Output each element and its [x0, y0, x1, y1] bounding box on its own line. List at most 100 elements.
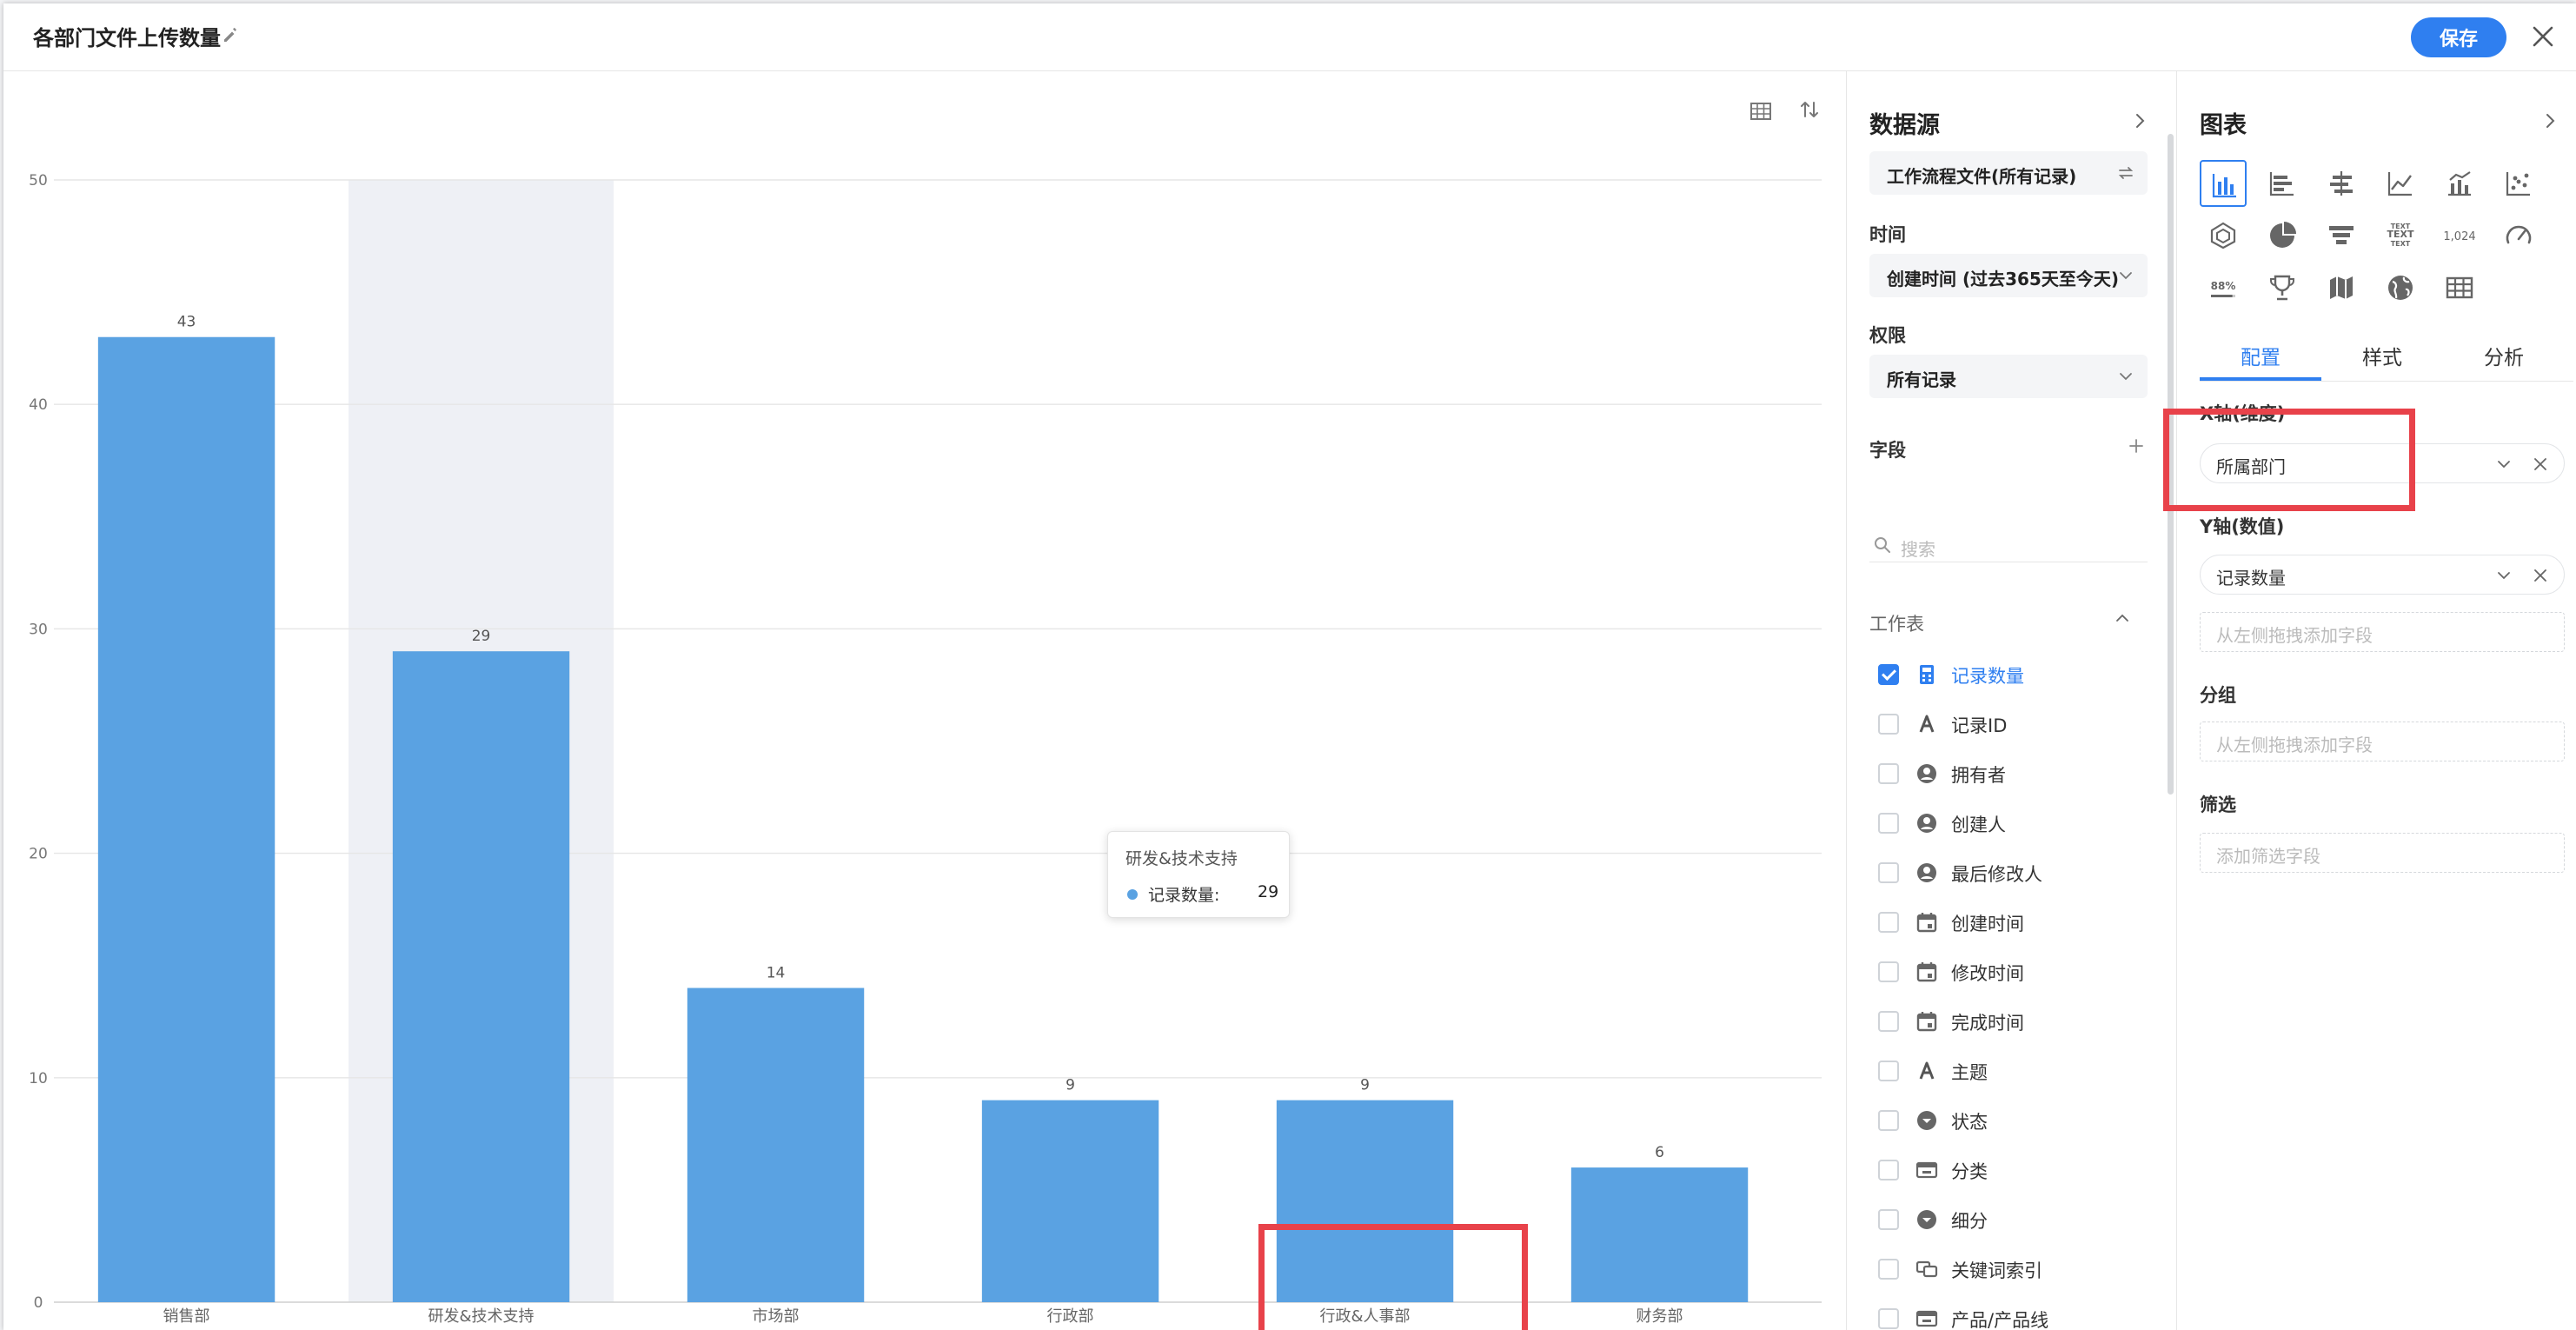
edit-title-icon[interactable]	[221, 24, 242, 45]
field-item[interactable]: 状态	[1878, 1103, 2139, 1138]
bidirectional-bar-icon[interactable]	[2318, 160, 2365, 207]
bar-chart-icon-glyph	[2212, 174, 2236, 198]
tab-analysis[interactable]: 分析	[2443, 341, 2565, 370]
permission-value: 所有记录	[1887, 369, 1956, 390]
data-label: 14	[767, 965, 786, 982]
cascade-icon	[1915, 1310, 1938, 1327]
dual-axis-icon-glyph	[2448, 171, 2471, 196]
field-item[interactable]: 创建时间	[1878, 905, 2139, 940]
tooltip-value: 29	[1258, 882, 1279, 901]
collapse-chart-panel-icon[interactable]	[2540, 111, 2559, 130]
funnel-icon[interactable]	[2318, 212, 2365, 259]
add-field-icon[interactable]	[2127, 436, 2146, 456]
chevron-up-icon[interactable]	[2113, 608, 2132, 628]
field-label: 产品/产品线	[1951, 1310, 2049, 1330]
remove-field-icon[interactable]	[2531, 455, 2550, 474]
bar[interactable]	[1570, 1167, 1749, 1302]
collapse-datasource-icon[interactable]	[2130, 111, 2149, 130]
bar[interactable]	[97, 336, 276, 1302]
bar[interactable]	[687, 988, 865, 1302]
pie-chart-icon[interactable]	[2259, 212, 2306, 259]
field-label: 关键词索引	[1951, 1260, 2042, 1281]
permission-select[interactable]: 所有记录	[1869, 355, 2148, 398]
y-tick-label: 50	[29, 172, 48, 190]
y-tick-label: 40	[29, 396, 48, 414]
annotation-highlight-x-axis	[2163, 409, 2415, 511]
word-cloud-icon[interactable]: TEXT TEXT TEXT	[2377, 212, 2424, 259]
dual-axis-icon[interactable]	[2436, 160, 2483, 207]
number-icon[interactable]: 1,024	[2436, 212, 2483, 259]
horizontal-bar-icon-glyph	[2269, 172, 2294, 196]
field-label: 细分	[1951, 1211, 1988, 1232]
region-map-icon[interactable]	[2318, 264, 2365, 311]
field-checkbox[interactable]	[1878, 1160, 1899, 1180]
field-checkbox[interactable]	[1878, 763, 1899, 784]
field-checkbox[interactable]	[1878, 813, 1899, 834]
text-icon	[1919, 715, 1935, 733]
chevron-down-icon[interactable]	[2494, 566, 2513, 585]
field-checkbox[interactable]	[1878, 1110, 1899, 1131]
fields-label: 字段	[1869, 440, 1906, 461]
y-axis-field[interactable]: 记录数量	[2200, 555, 2565, 595]
tab-style[interactable]: 样式	[2321, 341, 2443, 370]
pie-chart-icon-glyph	[2270, 222, 2296, 248]
field-item[interactable]: 记录数量	[1878, 657, 2139, 692]
close-icon[interactable]	[2529, 23, 2557, 50]
data-label: 9	[1360, 1077, 1370, 1094]
field-checkbox[interactable]	[1878, 1061, 1899, 1081]
world-map-icon-glyph	[2388, 276, 2413, 300]
scatter-icon[interactable]	[2495, 160, 2542, 207]
bar[interactable]	[392, 651, 570, 1302]
chevron-down-icon[interactable]	[2494, 455, 2513, 474]
calendar-icon	[1916, 962, 1937, 982]
group-drop-zone[interactable]: 从左侧拖拽添加字段	[2200, 722, 2565, 761]
field-checkbox[interactable]	[1878, 1308, 1899, 1329]
field-checkbox[interactable]	[1878, 714, 1899, 735]
gauge-icon[interactable]	[2495, 212, 2542, 259]
datasource-selector[interactable]: 工作流程文件(所有记录)	[1869, 151, 2148, 195]
word-cloud-text: TEXT	[2391, 240, 2411, 248]
radar-icon[interactable]	[2200, 212, 2247, 259]
pivot-table-icon[interactable]	[2436, 264, 2483, 311]
progress-icon[interactable]: 88%	[2200, 264, 2247, 311]
field-checkbox[interactable]	[1878, 1011, 1899, 1032]
field-checkbox[interactable]	[1878, 1259, 1899, 1280]
field-search[interactable]: 搜索	[1869, 530, 2148, 562]
world-map-icon[interactable]	[2377, 264, 2424, 311]
field-checkbox[interactable]	[1878, 912, 1899, 933]
tab-config[interactable]: 配置	[2200, 341, 2321, 370]
horizontal-bar-icon[interactable]	[2259, 160, 2306, 207]
bar-chart-icon[interactable]	[2200, 160, 2247, 207]
ranking-icon[interactable]	[2259, 264, 2306, 311]
remove-field-icon[interactable]	[2531, 566, 2550, 585]
line-chart-icon[interactable]	[2377, 160, 2424, 207]
field-item[interactable]: 细分	[1878, 1202, 2139, 1237]
field-item[interactable]: 关键词索引	[1878, 1252, 2139, 1287]
filter-drop-zone[interactable]: 添加筛选字段	[2200, 833, 2565, 873]
field-checkbox[interactable]	[1878, 1209, 1899, 1230]
x-tick-label: 行政部	[1047, 1307, 1094, 1326]
swap-icon[interactable]	[2116, 163, 2135, 183]
field-item[interactable]: 最后修改人	[1878, 855, 2139, 890]
x-tick-label: 市场部	[753, 1307, 800, 1326]
field-label: 最后修改人	[1951, 864, 2042, 885]
field-checkbox[interactable]	[1878, 862, 1899, 883]
field-checkbox[interactable]	[1878, 961, 1899, 982]
save-button[interactable]: 保存	[2411, 17, 2506, 57]
field-item[interactable]: 创建人	[1878, 806, 2139, 841]
dropdown-icon	[1917, 1111, 1936, 1130]
field-item[interactable]: 分类	[1878, 1153, 2139, 1187]
field-checkbox[interactable]	[1878, 664, 1899, 685]
time-range-select[interactable]: 创建时间 (过去365天至今天)	[1869, 254, 2148, 297]
field-item[interactable]: 主题	[1878, 1054, 2139, 1088]
field-item[interactable]: 完成时间	[1878, 1004, 2139, 1039]
y-axis-drop-zone[interactable]: 从左侧拖拽添加字段	[2200, 612, 2565, 652]
field-item[interactable]: 修改时间	[1878, 954, 2139, 989]
word-cloud-text: TEXT	[2387, 229, 2413, 240]
field-item[interactable]: 记录ID	[1878, 707, 2139, 741]
bar[interactable]	[981, 1100, 1159, 1302]
field-item[interactable]: 产品/产品线	[1878, 1301, 2139, 1330]
field-item[interactable]: 拥有者	[1878, 756, 2139, 791]
annotation-highlight-category	[1258, 1224, 1528, 1330]
datasource-panel: 数据源 工作流程文件(所有记录) 时间 创建时间 (过去365天至今天) 权限 …	[1846, 71, 2176, 1330]
